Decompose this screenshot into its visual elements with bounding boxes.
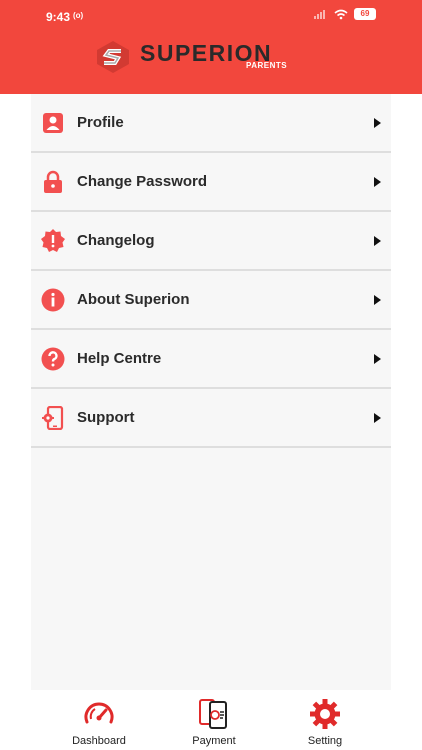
nav-label: Setting (307, 735, 343, 747)
logo-mark-icon (97, 41, 129, 73)
menu-item-help-centre[interactable]: Help Centre (31, 330, 391, 389)
chevron-right-icon (374, 117, 381, 128)
nav-setting[interactable]: Setting (275, 690, 375, 750)
bottom-navigation: Dashboard Payment Setting (31, 690, 391, 750)
logo-subtitle: PARENTS (246, 61, 288, 70)
nav-label: Payment (192, 735, 236, 747)
nav-label: Dashboard (72, 735, 126, 747)
status-icons: 69 (314, 8, 376, 20)
chevron-right-icon (374, 235, 381, 246)
menu-item-profile[interactable]: Profile (31, 94, 391, 153)
settings-menu: Profile Change Password Changelog About … (31, 94, 391, 690)
phone-gear-icon (41, 405, 65, 430)
menu-item-label: About Superion (77, 291, 190, 308)
menu-item-change-password[interactable]: Change Password (31, 153, 391, 212)
menu-item-changelog[interactable]: Changelog (31, 212, 391, 271)
question-icon (41, 347, 65, 371)
chevron-right-icon (374, 412, 381, 423)
menu-item-label: Support (77, 409, 135, 426)
wifi-icon (334, 9, 348, 19)
chevron-right-icon (374, 294, 381, 305)
battery-indicator: 69 (354, 8, 376, 20)
info-icon (41, 288, 65, 312)
menu-item-support[interactable]: Support (31, 389, 391, 448)
person-icon (41, 111, 65, 135)
menu-item-label: Change Password (77, 173, 208, 190)
chevron-right-icon (374, 353, 381, 364)
superion-logo: SUPERION PARENTS (96, 38, 306, 78)
alert-badge-icon (41, 228, 65, 253)
payment-phone-icon (199, 699, 227, 729)
menu-item-about[interactable]: About Superion (31, 271, 391, 330)
menu-item-label: Help Centre (77, 350, 162, 367)
status-bar: 9:43 (o) 69 (0, 0, 422, 32)
signal-icon (314, 10, 325, 19)
lock-icon (41, 170, 65, 194)
nav-dashboard[interactable]: Dashboard (49, 690, 149, 750)
chevron-right-icon (374, 176, 381, 187)
speedometer-icon (84, 702, 114, 724)
menu-item-label: Changelog (77, 232, 155, 249)
menu-item-label: Profile (77, 114, 124, 131)
recording-indicator: (o) (73, 11, 84, 20)
app-header: 9:43 (o) 69 SUPERION PARENTS (0, 0, 422, 94)
nav-payment[interactable]: Payment (164, 690, 264, 750)
status-time: 9:43 (46, 10, 71, 24)
gear-icon (310, 699, 340, 729)
